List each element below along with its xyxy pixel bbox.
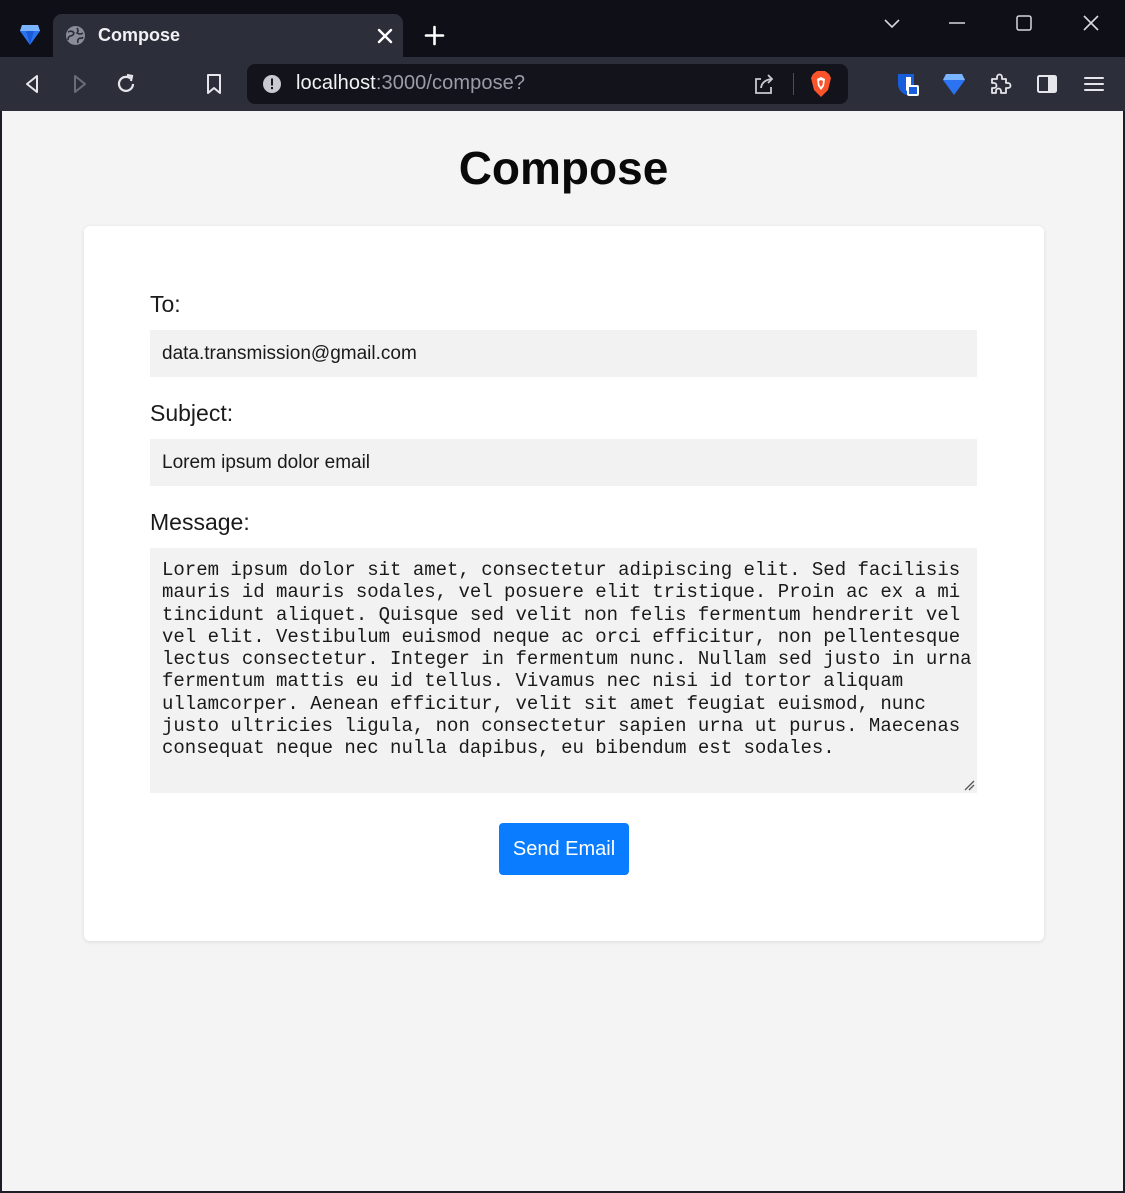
window-close-icon[interactable] <box>1080 12 1102 34</box>
brave-shield-icon[interactable] <box>809 70 833 98</box>
close-icon[interactable] <box>375 26 395 46</box>
divider <box>793 73 794 95</box>
brave-gem-icon[interactable] <box>19 23 41 47</box>
browser-titlebar: Compose <box>0 0 1125 57</box>
hamburger-menu-icon[interactable] <box>1081 71 1107 97</box>
browser-toolbar: localhost:3000/compose? <box>0 57 1125 111</box>
url-host: localhost <box>296 72 376 94</box>
compose-form: To: Subject: Message: Lorem ipsum dolor … <box>84 226 1044 941</box>
message-text[interactable]: Lorem ipsum dolor sit amet, consectetur … <box>162 559 972 760</box>
subject-label: Subject: <box>150 400 234 426</box>
page-title: Compose <box>458 142 669 194</box>
forward-icon[interactable] <box>66 71 92 97</box>
subject-field[interactable] <box>150 439 977 486</box>
chevron-down-icon[interactable] <box>881 12 903 34</box>
send-email-button[interactable]: Send Email <box>499 823 629 875</box>
tab-compose[interactable]: Compose <box>53 14 403 57</box>
url-path: :3000/compose? <box>375 72 526 94</box>
globe-icon <box>66 26 85 45</box>
wallet-gem-icon[interactable] <box>941 71 967 97</box>
minimize-icon[interactable] <box>946 12 968 34</box>
share-icon[interactable] <box>752 72 776 96</box>
sidebar-icon[interactable] <box>1034 71 1060 97</box>
message-label: Message: <box>150 509 250 535</box>
bitwarden-icon[interactable] <box>894 71 920 97</box>
url-text[interactable]: localhost:3000/compose? <box>296 72 525 95</box>
page-viewport: Compose To: Subject: Message: Lorem ipsu… <box>2 111 1123 1191</box>
to-field[interactable] <box>150 330 977 377</box>
reload-icon[interactable] <box>113 71 139 97</box>
back-icon[interactable] <box>20 71 46 97</box>
plus-icon[interactable] <box>424 25 445 46</box>
info-icon[interactable] <box>262 74 282 94</box>
bookmark-icon[interactable] <box>201 71 227 97</box>
tab-title: Compose <box>98 25 181 45</box>
address-bar[interactable]: localhost:3000/compose? <box>247 64 848 104</box>
maximize-icon[interactable] <box>1013 12 1035 34</box>
to-label: To: <box>150 291 181 317</box>
message-textarea[interactable]: Lorem ipsum dolor sit amet, consectetur … <box>150 548 977 793</box>
resize-handle-icon[interactable] <box>963 779 975 791</box>
puzzle-icon[interactable] <box>987 71 1013 97</box>
